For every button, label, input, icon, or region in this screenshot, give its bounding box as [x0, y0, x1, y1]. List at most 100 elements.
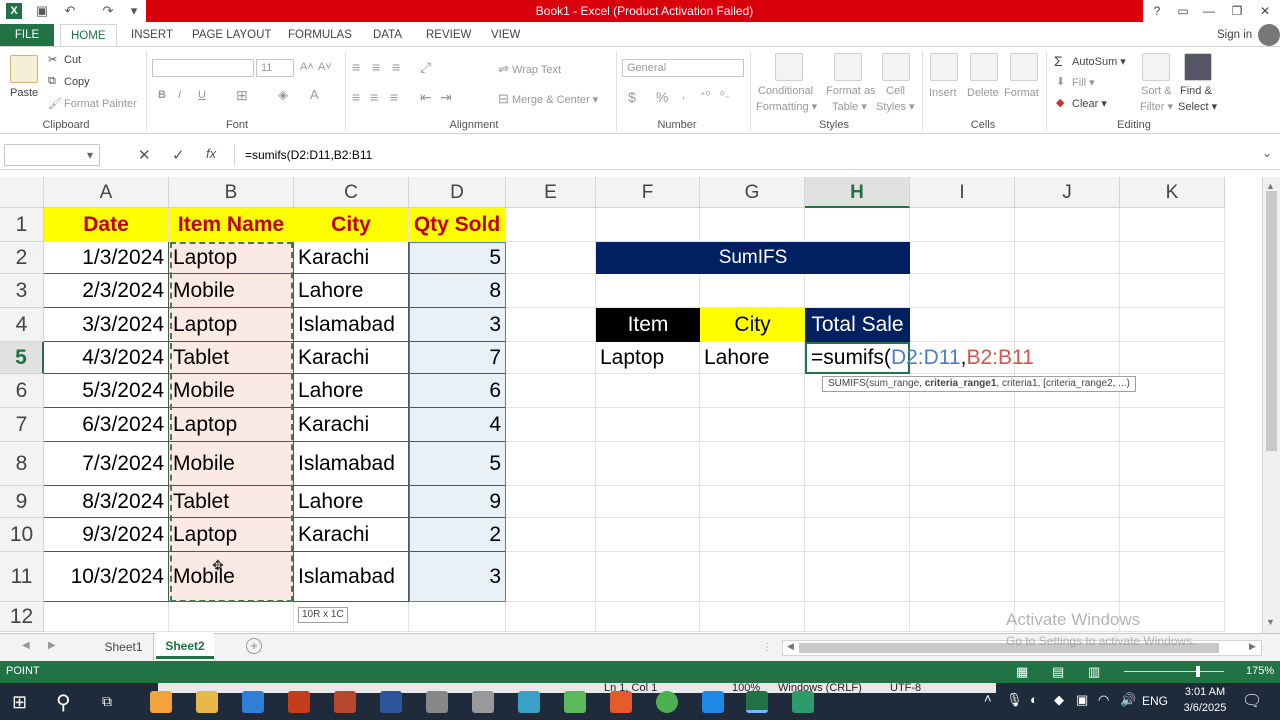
- italic-button[interactable]: I: [178, 89, 181, 101]
- grid-cell[interactable]: [1015, 242, 1120, 274]
- clock-time[interactable]: 3:01 AM: [1180, 686, 1230, 698]
- row-header-9[interactable]: 9: [0, 486, 44, 518]
- grid-cell[interactable]: [596, 602, 700, 632]
- date-cell[interactable]: 1/3/2024: [44, 242, 169, 274]
- comma-style-icon[interactable]: ,: [682, 89, 685, 101]
- grid-cell[interactable]: [1015, 518, 1120, 552]
- grid-cell[interactable]: [596, 408, 700, 442]
- grid-cell[interactable]: [506, 374, 596, 408]
- notifications-icon[interactable]: 🗨: [1242, 691, 1262, 711]
- name-box-dropdown-icon[interactable]: ▾: [87, 145, 93, 165]
- cell-styles-label-1[interactable]: Cell: [886, 85, 905, 97]
- grid-cell[interactable]: [910, 208, 1015, 242]
- app-icon-1[interactable]: [150, 691, 172, 713]
- item-value-cell[interactable]: Laptop: [596, 342, 700, 374]
- zoom-level[interactable]: 175%: [1246, 665, 1274, 677]
- header-city[interactable]: City: [294, 208, 409, 242]
- city-cell[interactable]: Islamabad: [294, 442, 409, 486]
- cell-styles-icon[interactable]: [882, 53, 910, 81]
- volume-icon[interactable]: 🔊: [1120, 692, 1136, 708]
- task-view-icon[interactable]: ⧉: [102, 693, 112, 710]
- tab-data[interactable]: DATA: [373, 24, 402, 46]
- grid-cell[interactable]: [1015, 442, 1120, 486]
- date-cell[interactable]: 3/3/2024: [44, 308, 169, 342]
- grid-cell[interactable]: [700, 518, 805, 552]
- cell-styles-label-2[interactable]: Styles ▾: [876, 100, 915, 113]
- city-cell[interactable]: Lahore: [294, 486, 409, 518]
- grid-cell[interactable]: [910, 242, 1015, 274]
- page-break-view-icon[interactable]: ▥: [1088, 664, 1100, 680]
- format-cells-button[interactable]: Format: [1004, 87, 1039, 99]
- tab-page-layout[interactable]: PAGE LAYOUT: [192, 24, 271, 46]
- grid-cell[interactable]: [910, 274, 1015, 308]
- font-color-icon[interactable]: A: [310, 87, 319, 102]
- normal-view-icon[interactable]: ▦: [1016, 664, 1028, 680]
- conditional-formatting-label-2[interactable]: Formatting ▾: [756, 100, 817, 113]
- row-header-8[interactable]: 8: [0, 442, 44, 486]
- app-icon-3[interactable]: [426, 691, 448, 713]
- grid-cell[interactable]: [1120, 408, 1225, 442]
- worksheet-grid[interactable]: ABCDEFGHIJK 1 2 3 4 5 6 7 8 9 10 11 12 Date Item Nam…: [0, 177, 1262, 633]
- grid-cell[interactable]: [506, 308, 596, 342]
- row-header-12[interactable]: 12: [0, 602, 44, 632]
- insert-function-icon[interactable]: fx: [206, 146, 216, 161]
- column-header-i[interactable]: I: [910, 177, 1015, 208]
- column-header-c[interactable]: C: [294, 177, 409, 208]
- row-header-6[interactable]: 6: [0, 374, 44, 408]
- grid-cell[interactable]: [1120, 552, 1225, 602]
- grid-cell[interactable]: [700, 552, 805, 602]
- tray-icon-3[interactable]: ▣: [1076, 692, 1088, 708]
- tray-icon-1[interactable]: ◐: [1030, 692, 1038, 707]
- file-explorer-icon[interactable]: [196, 691, 218, 713]
- date-cell[interactable]: 7/3/2024: [44, 442, 169, 486]
- zoom-slider-thumb[interactable]: [1196, 666, 1200, 677]
- conditional-formatting-label-1[interactable]: Conditional: [758, 85, 813, 97]
- grid-cell[interactable]: [910, 602, 1015, 632]
- firefox-icon[interactable]: [610, 691, 632, 713]
- city-cell[interactable]: Islamabad: [294, 552, 409, 602]
- scroll-left-icon[interactable]: ◀: [787, 641, 794, 652]
- middle-align-icon[interactable]: ≡: [372, 59, 380, 75]
- grid-cell[interactable]: [805, 602, 910, 632]
- app-icon-8[interactable]: [792, 691, 814, 713]
- grid-cell[interactable]: [506, 342, 596, 374]
- next-sheet-icon[interactable]: ▶: [48, 640, 56, 651]
- format-painter-button[interactable]: Format Painter: [64, 98, 137, 110]
- column-header-b[interactable]: B: [169, 177, 294, 208]
- save-icon[interactable]: ▣: [34, 3, 50, 19]
- grid-cell[interactable]: [1015, 308, 1120, 342]
- city-cell[interactable]: Islamabad: [294, 308, 409, 342]
- grid-cell[interactable]: [910, 486, 1015, 518]
- delete-cells-button[interactable]: Delete: [967, 87, 999, 99]
- excel-taskbar-icon[interactable]: [746, 691, 768, 713]
- date-cell[interactable]: 6/3/2024: [44, 408, 169, 442]
- language-indicator[interactable]: ENG: [1142, 694, 1168, 708]
- city-value-cell[interactable]: Lahore: [700, 342, 805, 374]
- grid-cell[interactable]: [910, 442, 1015, 486]
- undo-icon[interactable]: ↶: [62, 3, 78, 19]
- grow-font-icon[interactable]: A˄: [300, 61, 314, 73]
- tab-view[interactable]: VIEW: [491, 24, 520, 46]
- paste-button[interactable]: Paste: [10, 87, 38, 99]
- ribbon-display-options-button[interactable]: ▭: [1172, 2, 1194, 20]
- format-cells-icon[interactable]: [1010, 53, 1038, 81]
- tab-file[interactable]: FILE: [0, 24, 54, 46]
- sheet-tab-sheet1[interactable]: Sheet1: [94, 634, 154, 660]
- currency-button[interactable]: $: [628, 89, 636, 105]
- word-icon[interactable]: [380, 691, 402, 713]
- row-header-1[interactable]: 1: [0, 208, 44, 242]
- copy-icon[interactable]: ⧉: [48, 75, 56, 88]
- app-icon-6[interactable]: [564, 691, 586, 713]
- borders-icon[interactable]: ⊞: [236, 87, 248, 104]
- column-header-k[interactable]: K: [1120, 177, 1225, 208]
- new-sheet-icon[interactable]: +: [246, 638, 262, 654]
- row-header-11[interactable]: 11: [0, 552, 44, 602]
- grid-cell[interactable]: [700, 408, 805, 442]
- grid-cell[interactable]: [506, 486, 596, 518]
- redo-icon[interactable]: ↷: [100, 3, 116, 19]
- vertical-scrollbar[interactable]: ▲ ▼: [1262, 177, 1280, 633]
- app-icon-2[interactable]: [288, 691, 310, 713]
- vertical-scroll-thumb[interactable]: [1266, 191, 1277, 451]
- number-format-select[interactable]: General: [622, 59, 744, 77]
- grid-cell[interactable]: [910, 518, 1015, 552]
